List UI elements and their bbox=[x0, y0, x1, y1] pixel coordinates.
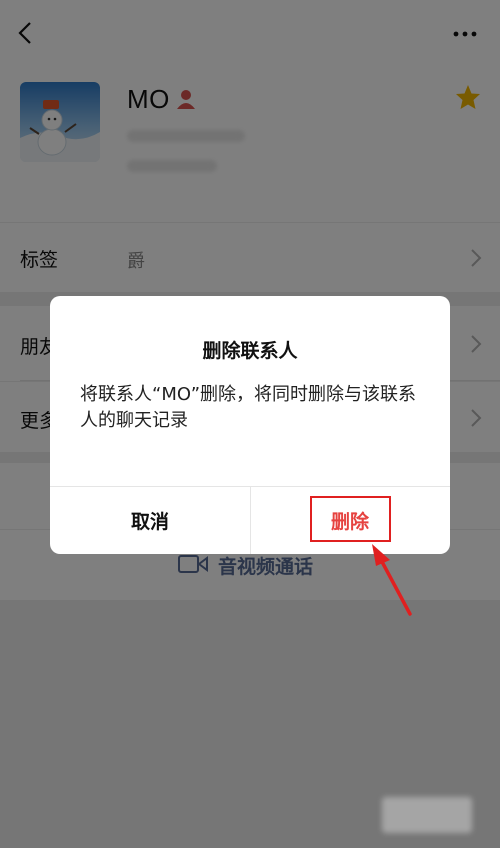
watermark bbox=[382, 797, 472, 833]
dialog-message: 将联系人“MO”删除，将同时删除与该联系人的聊天记录 bbox=[80, 384, 417, 431]
cancel-button[interactable]: 取消 bbox=[50, 487, 250, 554]
delete-contact-dialog: 删除联系人 将联系人“MO”删除，将同时删除与该联系人的聊天记录 取消 删除 bbox=[50, 296, 450, 554]
annotation-highlight-box bbox=[310, 496, 391, 542]
dialog-title: 删除联系人 bbox=[202, 340, 298, 362]
annotation-arrow-icon bbox=[372, 544, 412, 616]
contact-profile-page: MO 标签 爵 朋友 更多 bbox=[0, 0, 500, 848]
